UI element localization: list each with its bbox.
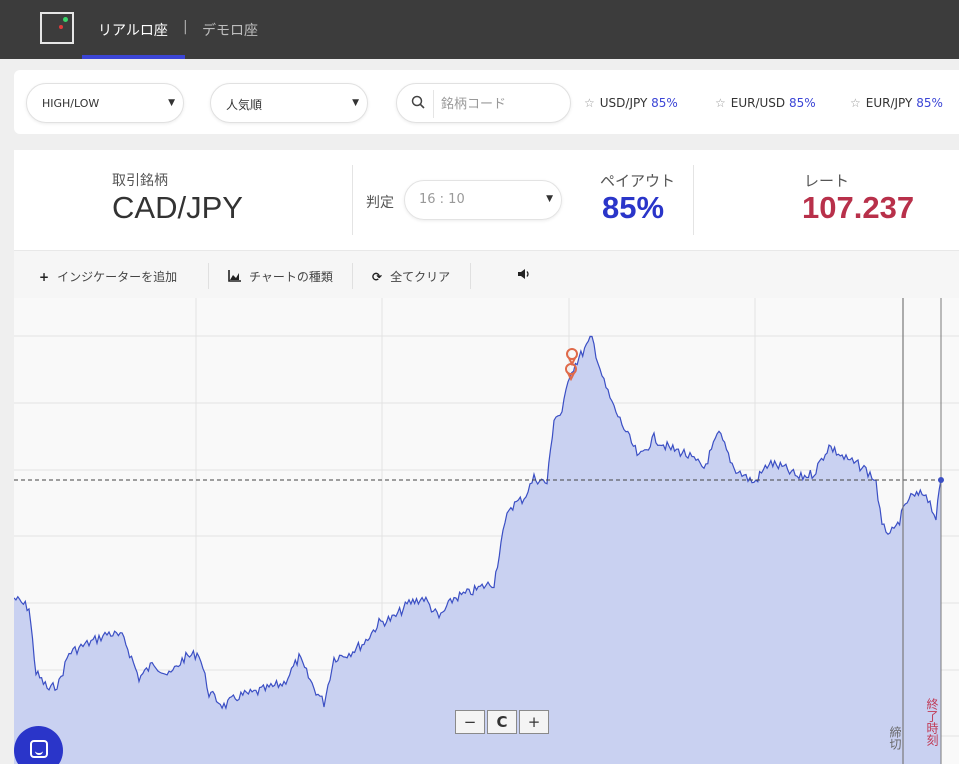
rate-label: レート [804,172,850,190]
symbol-search-box[interactable] [396,83,571,123]
star-icon[interactable]: ☆ [584,96,595,110]
search-divider [433,90,434,118]
chevron-down-icon: ▼ [168,98,175,108]
price-chart[interactable]: − C + 締切 終了時刻 [14,298,959,764]
price-area-fill [14,336,941,764]
expiry-time-label: 終了時刻 [925,698,939,746]
sound-toggle[interactable] [517,268,531,283]
chevron-down-icon: ▼ [352,98,359,108]
logo-red-dot [59,25,63,29]
app-logo[interactable] [40,12,74,44]
clear-all-label: 全てクリア [390,270,451,284]
zoom-reset-button[interactable]: C [487,710,517,734]
search-input[interactable] [441,92,551,116]
top-nav-bar: リアルロ座 | デモロ座 [0,0,959,59]
current-price-dot [938,477,944,483]
divider [693,165,694,235]
toolbar-divider [208,263,209,289]
option-type-value: HIGH/LOW [42,97,100,110]
divider [352,165,353,235]
toolbar-divider [352,263,353,289]
plus-icon: + [39,270,50,284]
chart-type-button[interactable]: チャートの種類 [228,268,333,285]
search-icon [411,95,425,109]
add-indicator-button[interactable]: + インジケーターを追加 [39,268,177,285]
close-time-label: 締切 [888,726,902,750]
zoom-in-button[interactable]: + [519,710,549,734]
chevron-down-icon: ▼ [546,194,553,204]
toolbar-divider [470,263,471,289]
clear-all-button[interactable]: ⟳ 全てクリア [372,268,450,285]
star-icon[interactable]: ☆ [715,96,726,110]
chart-type-icon [228,270,241,284]
rate-value: 107.237 [802,190,915,225]
active-tab-indicator [82,55,185,59]
favorite-eurusd[interactable]: ☆ EUR/USD 85% [715,96,816,110]
price-chart-canvas [14,298,959,764]
refresh-icon: ⟳ [372,270,383,284]
chat-icon [30,740,48,758]
favorite-payout: 85% [916,96,943,110]
tab-real-account[interactable]: リアルロ座 [98,20,168,40]
sort-select[interactable]: 人気順 ▼ [210,83,368,123]
logo-green-dot [63,17,68,22]
favorite-symbol: EUR/JPY [865,96,913,110]
option-type-select[interactable]: HIGH/LOW ▼ [26,83,184,123]
chart-type-label: チャートの種類 [249,270,333,284]
expiry-value: 16 : 10 [419,192,465,207]
favorite-payout: 85% [788,96,816,110]
favorite-payout: 85% [651,96,678,110]
symbol-value: CAD/JPY [112,190,243,225]
filter-bar: HIGH/LOW ▼ 人気順 ▼ ☆ USD/JPY 85% ☆ EUR/USD 8… [14,70,959,134]
payout-label: ペイアウト [600,172,676,190]
favorite-eurjpy[interactable]: ☆ EUR/JPY 85% [850,96,943,110]
star-icon[interactable]: ☆ [850,96,861,110]
add-indicator-label: インジケーターを追加 [57,270,178,284]
zoom-out-button[interactable]: − [455,710,485,734]
sort-value: 人気順 [226,98,263,112]
favorite-usdjpy[interactable]: ☆ USD/JPY 85% [584,96,678,110]
nav-separator: | [183,19,188,35]
chart-toolbar: + インジケーターを追加 チャートの種類 ⟳ 全てクリア [14,250,959,298]
speaker-icon [518,269,529,279]
expiry-select[interactable]: 16 : 10 ▼ [404,180,562,220]
expiry-label: 判定 [366,195,394,211]
payout-value: 85% [602,190,665,225]
trade-info-panel: 取引銘柄 CAD/JPY 判定 16 : 10 ▼ ペイアウト 85% レート … [14,150,959,250]
favorite-symbol: EUR/USD [730,96,786,110]
favorite-symbol: USD/JPY [599,96,648,110]
tab-demo-account[interactable]: デモロ座 [202,20,258,40]
symbol-label: 取引銘柄 [112,173,168,189]
